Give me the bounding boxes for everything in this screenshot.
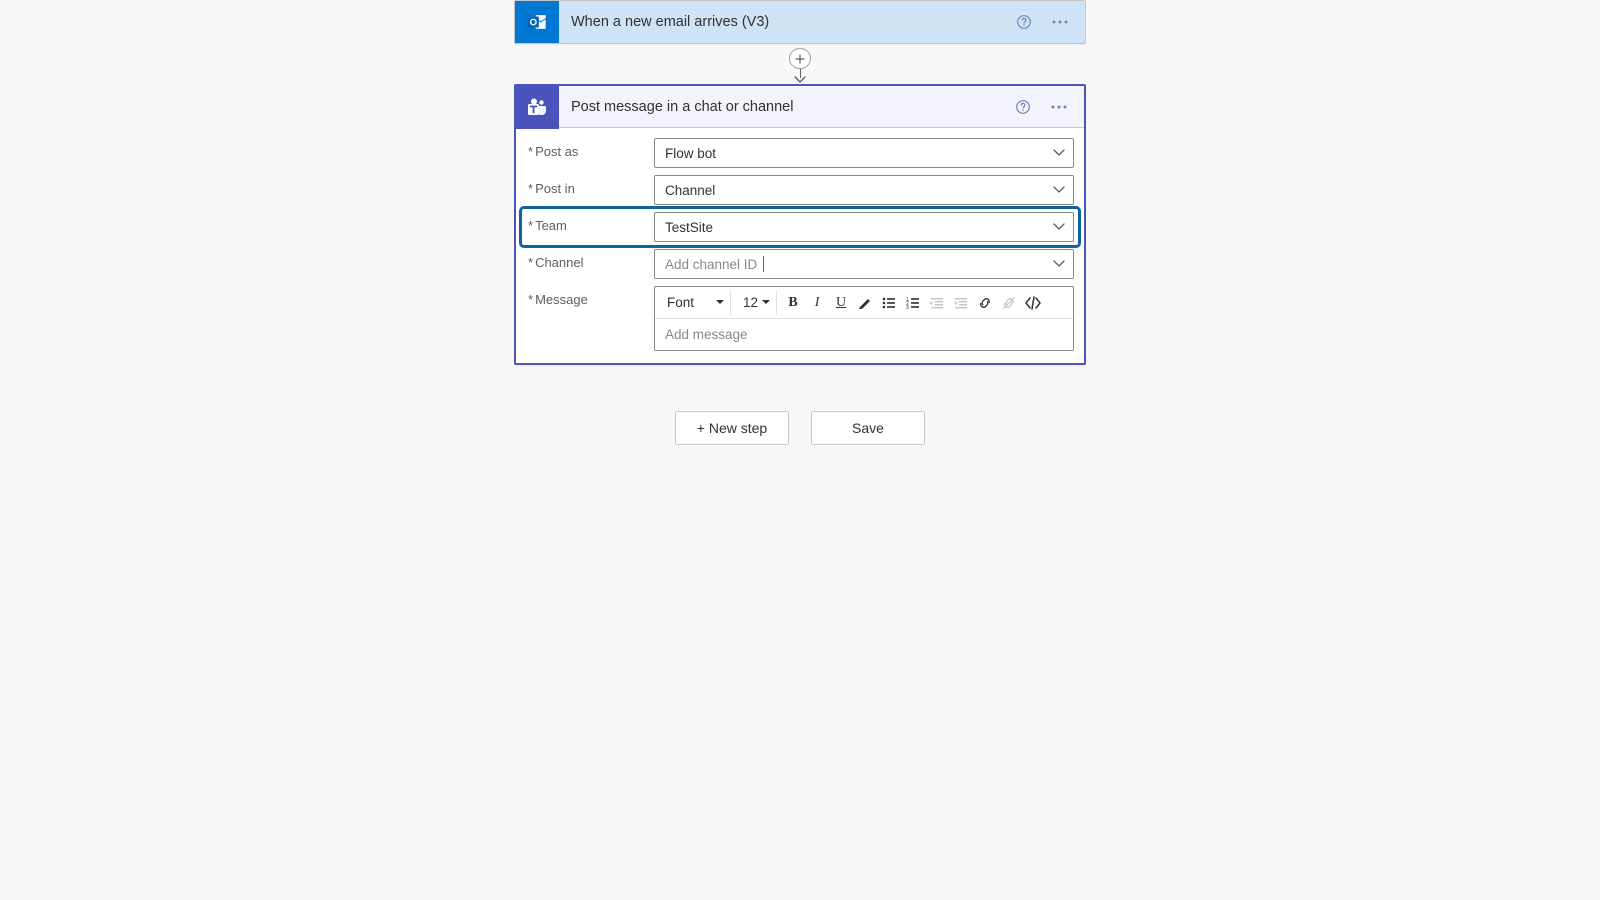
- select-value: Channel: [665, 183, 715, 198]
- field-label: *Message: [526, 286, 654, 313]
- unlink-icon[interactable]: [997, 291, 1021, 315]
- text-caret: [763, 256, 764, 272]
- team-select[interactable]: TestSite: [654, 212, 1074, 242]
- field-label: *Team: [526, 212, 654, 242]
- field-label: *Post in: [526, 175, 654, 205]
- help-icon[interactable]: [1012, 96, 1034, 118]
- channel-select[interactable]: Add channel ID: [654, 249, 1074, 279]
- field-channel: *Channel Add channel ID: [526, 249, 1074, 279]
- caret-down-icon: [716, 300, 724, 305]
- teams-icon: [515, 85, 559, 129]
- ellipsis-icon[interactable]: [1048, 96, 1070, 118]
- select-placeholder: Add channel ID: [665, 257, 757, 272]
- highlight-icon[interactable]: [853, 291, 877, 315]
- bold-icon[interactable]: B: [781, 291, 805, 315]
- italic-icon[interactable]: I: [805, 291, 829, 315]
- code-view-icon[interactable]: [1021, 291, 1045, 315]
- outlook-icon: [515, 1, 559, 43]
- footer-actions: + New step Save: [675, 411, 925, 445]
- numbered-list-icon[interactable]: 123: [901, 291, 925, 315]
- chevron-down-icon: [1053, 186, 1065, 194]
- bullet-list-icon[interactable]: [877, 291, 901, 315]
- underline-icon[interactable]: U: [829, 291, 853, 315]
- trigger-title: When a new email arrives (V3): [559, 14, 1013, 30]
- select-value: TestSite: [665, 220, 713, 235]
- trigger-card[interactable]: When a new email arrives (V3): [514, 0, 1086, 44]
- action-title: Post message in a chat or channel: [559, 99, 1012, 115]
- chevron-down-icon: [1053, 223, 1065, 231]
- action-card: Post message in a chat or channel *Post …: [514, 84, 1086, 365]
- caret-down-icon: [762, 300, 770, 305]
- indent-icon[interactable]: [949, 291, 973, 315]
- field-post-as: *Post as Flow bot: [526, 138, 1074, 168]
- post-in-select[interactable]: Channel: [654, 175, 1074, 205]
- font-family-select[interactable]: Font: [659, 291, 731, 315]
- ellipsis-icon[interactable]: [1049, 11, 1071, 33]
- svg-text:3: 3: [906, 305, 909, 311]
- message-editor: Font 12 B I U: [654, 286, 1074, 351]
- link-icon[interactable]: [973, 291, 997, 315]
- font-size-select[interactable]: 12: [735, 291, 777, 315]
- outdent-icon[interactable]: [925, 291, 949, 315]
- post-as-select[interactable]: Flow bot: [654, 138, 1074, 168]
- field-label: *Channel: [526, 249, 654, 279]
- editor-toolbar: Font 12 B I U: [655, 287, 1073, 319]
- help-icon[interactable]: [1013, 11, 1035, 33]
- field-message: *Message Font 12 B: [526, 286, 1074, 351]
- new-step-button[interactable]: + New step: [675, 411, 789, 445]
- field-post-in: *Post in Channel: [526, 175, 1074, 205]
- save-button[interactable]: Save: [811, 411, 925, 445]
- add-step-bubble[interactable]: [789, 48, 811, 69]
- field-team: *Team TestSite: [522, 209, 1078, 245]
- connector: [789, 44, 811, 84]
- chevron-down-icon: [1053, 149, 1065, 157]
- editor-placeholder: Add message: [665, 327, 748, 342]
- field-label: *Post as: [526, 138, 654, 168]
- message-textarea[interactable]: Add message: [655, 319, 1073, 350]
- chevron-down-icon: [1053, 260, 1065, 268]
- select-value: Flow bot: [665, 146, 716, 161]
- action-header[interactable]: Post message in a chat or channel: [516, 86, 1084, 128]
